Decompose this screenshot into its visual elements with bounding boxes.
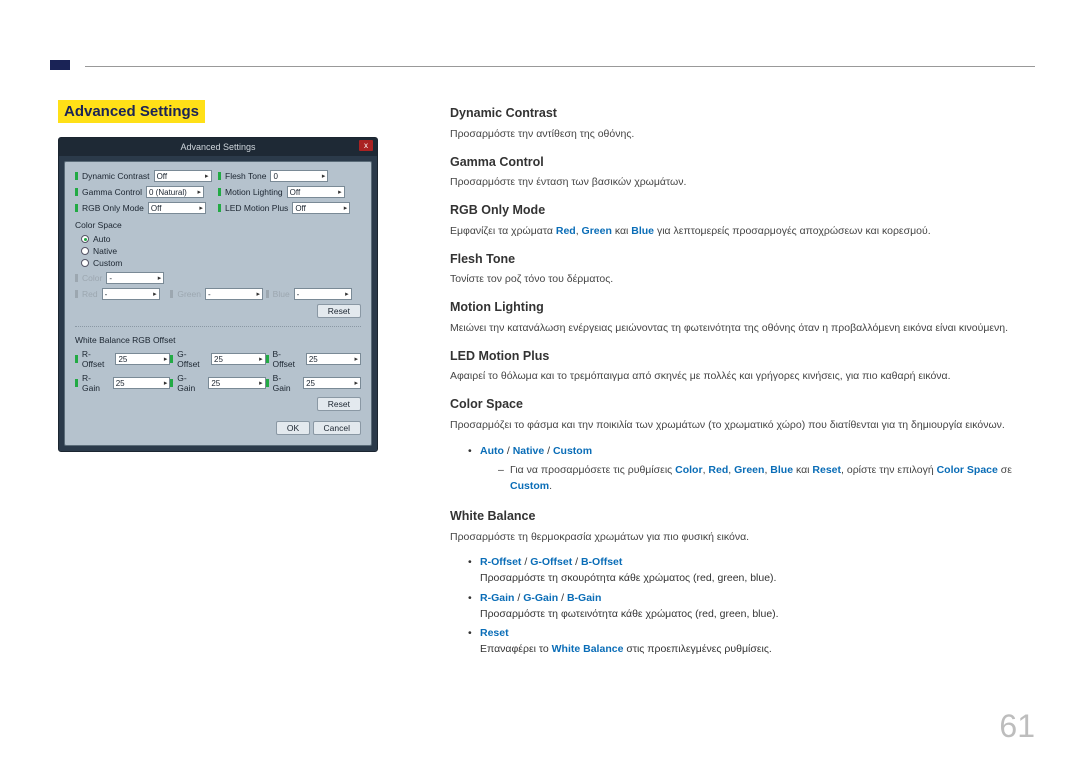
cs-red-combo[interactable]: -▸ [102, 288, 160, 300]
r-offset-label: R-Offset [82, 349, 112, 369]
gamma-control-combo[interactable]: 0 (Natural)▸ [146, 186, 204, 198]
header-rule [85, 66, 1035, 67]
b-gain-combo[interactable]: 25▸ [303, 377, 361, 389]
ft-title: Flesh Tone [450, 250, 1035, 269]
ok-button[interactable]: OK [276, 421, 310, 435]
close-icon[interactable]: x [359, 140, 373, 151]
advanced-settings-dialog: Advanced Settings x Dynamic Contrast Off… [58, 137, 378, 452]
header-accent [50, 60, 70, 70]
rgb-title: RGB Only Mode [450, 201, 1035, 220]
motion-lighting-combo[interactable]: Off▸ [287, 186, 345, 198]
cs-desc: Προσαρμόζει το φάσμα και την ποικιλία τω… [450, 418, 1035, 434]
flesh-tone-label: Flesh Tone [225, 171, 266, 181]
dialog-titlebar: Advanced Settings x [59, 138, 377, 156]
wb-reset-item: Reset Επαναφέρει το White Balance στις π… [468, 626, 1035, 658]
motion-lighting-label: Motion Lighting [225, 187, 283, 197]
wb-reset-button[interactable]: Reset [317, 397, 361, 411]
radio-native[interactable]: Native [81, 246, 361, 256]
wb-title: White Balance [450, 507, 1035, 526]
wb-gain-item: R-Gain / G-Gain / B-Gain Προσαρμόστε τη … [468, 591, 1035, 623]
gamma-control-label: Gamma Control [82, 187, 142, 197]
ml-desc: Μειώνει την κατανάλωση ενέργειας μειώνον… [450, 321, 1035, 337]
radio-auto[interactable]: Auto [81, 234, 361, 244]
led-motion-label: LED Motion Plus [225, 203, 288, 213]
radio-custom[interactable]: Custom [81, 258, 361, 268]
ft-desc: Τονίστε τον ροζ τόνο του δέρματος. [450, 272, 1035, 288]
ml-title: Motion Lighting [450, 298, 1035, 317]
cs-green-label: Green [177, 289, 201, 299]
rgb-desc: Εμφανίζει τα χρώματα Red, Green και Blue… [450, 224, 1035, 240]
dynamic-contrast-combo[interactable]: Off▸ [154, 170, 212, 182]
r-offset-combo[interactable]: 25▸ [115, 353, 170, 365]
wb-header: White Balance RGB Offset [75, 335, 361, 345]
cs-green-combo[interactable]: -▸ [205, 288, 263, 300]
g-gain-label: G-Gain [177, 373, 204, 393]
color-label: Color [82, 273, 102, 283]
cs-reset-button[interactable]: Reset [317, 304, 361, 318]
right-column: Dynamic Contrast Προσαρμόστε την αντίθεσ… [450, 100, 1035, 662]
cs-options-item: Auto / Native / Custom Για να προσαρμόσε… [468, 444, 1035, 495]
color-combo[interactable]: -▸ [106, 272, 164, 284]
b-offset-label: B-Offset [273, 349, 302, 369]
dynamic-contrast-label: Dynamic Contrast [82, 171, 150, 181]
wb-bullets: R-Offset / G-Offset / B-Offset Προσαρμόσ… [450, 555, 1035, 658]
left-column: Advanced Settings Advanced Settings x Dy… [58, 100, 388, 452]
dialog-title: Advanced Settings [180, 142, 255, 152]
cs-sub-item: Για να προσαρμόσετε τις ρυθμίσεις Color,… [498, 463, 1035, 495]
g-offset-label: G-Offset [177, 349, 207, 369]
rgb-only-combo[interactable]: Off▸ [148, 202, 206, 214]
led-motion-combo[interactable]: Off▸ [292, 202, 350, 214]
cancel-button[interactable]: Cancel [313, 421, 361, 435]
wb-offset-item: R-Offset / G-Offset / B-Offset Προσαρμόσ… [468, 555, 1035, 587]
cs-bullets: Auto / Native / Custom Για να προσαρμόσε… [450, 444, 1035, 495]
gc-desc: Προσαρμόστε την ένταση των βασικών χρωμά… [450, 175, 1035, 191]
wb-desc: Προσαρμόστε τη θερμοκρασία χρωμάτων για … [450, 530, 1035, 546]
cs-red-label: Red [82, 289, 98, 299]
r-gain-combo[interactable]: 25▸ [113, 377, 171, 389]
cs-title: Color Space [450, 395, 1035, 414]
gc-title: Gamma Control [450, 153, 1035, 172]
b-offset-combo[interactable]: 25▸ [306, 353, 361, 365]
dc-desc: Προσαρμόστε την αντίθεση της οθόνης. [450, 127, 1035, 143]
r-gain-label: R-Gain [82, 373, 109, 393]
dc-title: Dynamic Contrast [450, 104, 1035, 123]
rgb-only-label: RGB Only Mode [82, 203, 144, 213]
g-gain-combo[interactable]: 25▸ [208, 377, 265, 389]
cs-blue-label: Blue [273, 289, 290, 299]
lmp-title: LED Motion Plus [450, 347, 1035, 366]
cs-blue-combo[interactable]: -▸ [294, 288, 352, 300]
b-gain-label: B-Gain [273, 373, 299, 393]
lmp-desc: Αφαιρεί το θόλωμα και το τρεμόπαιγμα από… [450, 369, 1035, 385]
g-offset-combo[interactable]: 25▸ [211, 353, 266, 365]
page-number: 61 [999, 708, 1035, 745]
divider [75, 326, 361, 327]
dialog-body: Dynamic Contrast Off▸ Flesh Tone 0▸ Gamm… [64, 161, 372, 446]
color-space-header: Color Space [75, 220, 361, 230]
flesh-tone-combo[interactable]: 0▸ [270, 170, 328, 182]
section-heading: Advanced Settings [58, 100, 205, 123]
